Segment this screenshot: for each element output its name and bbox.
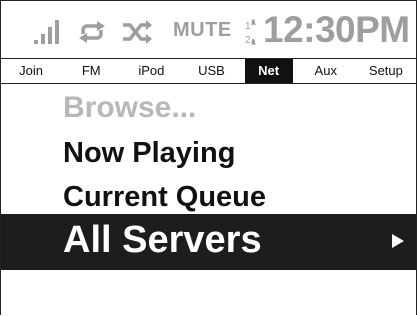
tab-aux[interactable]: Aux — [296, 59, 356, 83]
menu-item-label: Browse... — [63, 91, 197, 124]
repeat-icon — [79, 21, 105, 43]
device-screen: MUTE 1 2 12:30PM Join FM iPod USB Net Au… — [0, 0, 417, 315]
alarm-icon: 1 2 — [244, 17, 260, 47]
menu-item-label: All Servers — [63, 219, 262, 261]
tab-join[interactable]: Join — [1, 59, 61, 83]
menu-item-browse: Browse... — [1, 91, 416, 131]
menu-item-label: Now Playing — [63, 137, 236, 169]
right-triangle-icon — [392, 234, 404, 248]
tab-fm[interactable]: FM — [61, 59, 121, 83]
menu-item-all-servers[interactable]: All Servers — [1, 214, 416, 270]
alarm-number-2: 2 — [245, 35, 251, 46]
tab-ipod[interactable]: iPod — [121, 59, 181, 83]
mute-indicator: MUTE — [173, 19, 232, 41]
tab-setup[interactable]: Setup — [356, 59, 416, 83]
tab-usb[interactable]: USB — [181, 59, 241, 83]
tab-net[interactable]: Net — [244, 59, 293, 83]
status-bar: MUTE 1 2 12:30PM — [1, 1, 416, 57]
menu-item-now-playing[interactable]: Now Playing — [1, 137, 416, 175]
signal-strength-icon — [34, 20, 59, 44]
menu-item-label: Current Queue — [63, 181, 267, 213]
source-tabs: Join FM iPod USB Net Aux Setup — [1, 58, 416, 84]
shuffle-icon — [123, 20, 152, 44]
alarm-number-1: 1 — [245, 21, 251, 32]
clock-time: 12:30PM — [263, 9, 410, 50]
